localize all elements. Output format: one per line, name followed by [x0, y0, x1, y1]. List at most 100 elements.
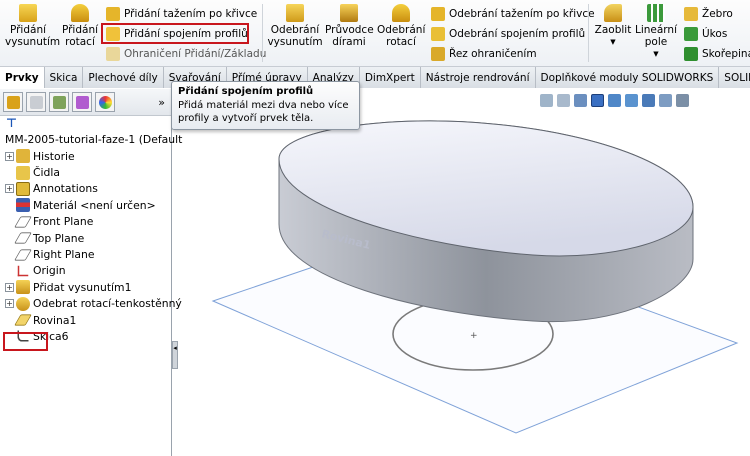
- sensor-icon: [16, 165, 30, 180]
- shell-button[interactable]: Skořepina: [684, 45, 750, 62]
- extruded-boss-icon: [19, 4, 37, 22]
- feature-manager-tab[interactable]: [3, 92, 23, 112]
- tab-dimxpert[interactable]: DimXpert: [359, 67, 421, 88]
- configuration-manager-tab[interactable]: [49, 92, 69, 112]
- hole-wizard-icon: [340, 4, 358, 22]
- extruded-boss-label: Přidání vysunutím: [5, 24, 61, 48]
- tree-item-material[interactable]: Materiál <není určen>: [5, 197, 171, 213]
- boundary-cut-label: Řez ohraničením: [449, 47, 537, 60]
- swept-cut-label: Odebrání tažením po křivce: [449, 7, 595, 20]
- linear-pattern-button[interactable]: Lineární pole ▼: [634, 4, 678, 60]
- tree-item-label: Right Plane: [33, 248, 95, 262]
- expand-spacer: [5, 201, 14, 210]
- swept-boss-label: Přidání tažením po křivce: [124, 7, 258, 20]
- tab-features[interactable]: Prvky: [0, 67, 45, 88]
- draft-button[interactable]: Úkos: [684, 25, 727, 42]
- revolved-boss-button[interactable]: Přidání rotací: [60, 4, 100, 48]
- hide-show-icon[interactable]: [659, 94, 672, 107]
- material-icon: [16, 198, 30, 213]
- dimxpert-manager-tab[interactable]: [72, 92, 92, 112]
- revolved-cut-icon: [392, 4, 410, 22]
- display-style-icon[interactable]: [642, 94, 655, 107]
- expand-spacer: [5, 217, 14, 226]
- tree-item-front-plane[interactable]: Front Plane: [5, 214, 171, 230]
- rib-icon: [684, 6, 698, 21]
- swept-cut-button[interactable]: Odebrání tažením po křivce: [431, 5, 595, 22]
- extruded-cut-label: Odebrání vysunutím: [267, 24, 323, 48]
- dimxpert-icon: [75, 95, 89, 109]
- feature-manager-toolbar: »: [0, 89, 171, 116]
- tree-item-revolve-cut[interactable]: + Odebrat rotací-tenkostěnný: [5, 296, 182, 312]
- command-manager-ribbon: Přidání vysunutím Přidání rotací Přidání…: [0, 0, 750, 67]
- panel-collapse-handle[interactable]: ◂: [172, 341, 178, 369]
- ribbon-separator: [262, 4, 263, 62]
- display-manager-icon: [98, 95, 112, 109]
- revolved-cut-button[interactable]: Odebrání rotací: [377, 4, 425, 48]
- tab-solidworks[interactable]: SOLID: [719, 67, 750, 88]
- ribbon-separator: [588, 4, 589, 62]
- tree-root-part[interactable]: MM-2005-tutorial-faze-1 (Default: [0, 131, 182, 148]
- fillet-dropdown-icon[interactable]: ▼: [610, 36, 615, 48]
- lofted-boss-highlight: [101, 23, 249, 44]
- previous-view-icon[interactable]: [574, 94, 587, 107]
- tree-item-annotations[interactable]: + Annotations: [5, 181, 171, 197]
- filter-icon[interactable]: ⊤: [0, 116, 171, 131]
- tree-item-extrude1[interactable]: + Přidat vysunutím1: [5, 279, 171, 295]
- revolved-cut-label: Odebrání rotací: [377, 24, 426, 48]
- shell-label: Skořepina: [702, 47, 750, 60]
- tree-item-label: Čidla: [33, 166, 61, 180]
- property-manager-tab[interactable]: [26, 92, 46, 112]
- annotations-icon: [16, 181, 30, 196]
- hole-wizard-button[interactable]: Průvodce dírami: [325, 4, 374, 48]
- linear-pattern-dropdown-icon[interactable]: ▼: [653, 48, 658, 60]
- expand-icon[interactable]: +: [5, 184, 14, 194]
- tree-item-history[interactable]: + Historie: [5, 148, 171, 164]
- revolve-cut-icon: [16, 296, 30, 311]
- extruded-boss-button[interactable]: Přidání vysunutím: [5, 4, 61, 48]
- tree-item-label: Origin: [33, 264, 66, 278]
- configuration-icon: [52, 95, 66, 109]
- expand-spacer: [5, 250, 14, 259]
- plane-icon: [14, 314, 32, 326]
- more-tabs-icon[interactable]: »: [158, 96, 165, 109]
- tree-item-rovina1[interactable]: Rovina1: [5, 312, 171, 328]
- tree-item-label: Rovina1: [33, 313, 77, 327]
- section-view-icon[interactable]: [591, 94, 604, 107]
- tree-item-label: Front Plane: [33, 215, 94, 229]
- dynamic-annotation-icon[interactable]: [608, 94, 621, 107]
- tree-item-origin[interactable]: Origin: [5, 263, 171, 279]
- swept-boss-button[interactable]: Přidání tažením po křivce: [106, 5, 257, 22]
- tree-item-right-plane[interactable]: Right Plane: [5, 246, 171, 262]
- tab-sheet-metal[interactable]: Plechové díly: [83, 67, 164, 88]
- graphics-area[interactable]: + Rovina1: [173, 89, 750, 456]
- lofted-boss-tooltip: Přidání spojením profilů Přidá materiál …: [171, 81, 360, 130]
- plane-icon: [14, 216, 32, 228]
- extruded-cut-button[interactable]: Odebrání vysunutím: [267, 4, 323, 48]
- zoom-area-icon[interactable]: [557, 94, 570, 107]
- feature-tree: + Historie Čidla + Annotations Materiál …: [0, 148, 182, 345]
- skica6-highlight: [3, 332, 48, 351]
- boundary-boss-icon: [106, 46, 120, 61]
- fillet-button[interactable]: Zaoblit ▼: [594, 4, 632, 48]
- feature-manager-panel: » ⊤ MM-2005-tutorial-faze-1 (Default + H…: [0, 89, 182, 456]
- rib-button[interactable]: Žebro: [684, 5, 733, 22]
- expand-icon[interactable]: +: [5, 299, 14, 309]
- expand-icon[interactable]: +: [5, 282, 14, 292]
- view-orientation-icon[interactable]: [625, 94, 638, 107]
- appearance-icon[interactable]: [676, 94, 689, 107]
- revolved-boss-label: Přidání rotací: [61, 24, 99, 48]
- boundary-cut-button[interactable]: Řez ohraničením: [431, 45, 537, 62]
- rib-label: Žebro: [702, 7, 733, 20]
- tab-render-tools[interactable]: Nástroje rendrování: [420, 67, 536, 88]
- display-manager-tab[interactable]: [95, 92, 115, 112]
- tab-addins[interactable]: Doplňkové moduly SOLIDWORKS: [535, 67, 720, 88]
- lofted-cut-button[interactable]: Odebrání spojením profilů: [431, 25, 585, 42]
- tree-item-sensors[interactable]: Čidla: [5, 164, 171, 180]
- tree-item-top-plane[interactable]: Top Plane: [5, 230, 171, 246]
- heads-up-view-toolbar: [540, 94, 689, 107]
- tab-sketch[interactable]: Skica: [44, 67, 84, 88]
- zoom-to-fit-icon[interactable]: [540, 94, 553, 107]
- boundary-boss-button[interactable]: Ohraničení Přidání/Základu: [106, 45, 266, 62]
- expand-icon[interactable]: +: [5, 151, 14, 161]
- tree-item-label: Top Plane: [33, 231, 85, 245]
